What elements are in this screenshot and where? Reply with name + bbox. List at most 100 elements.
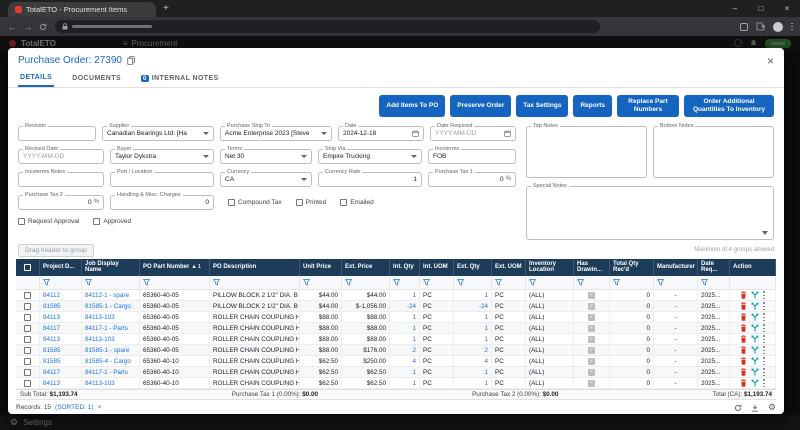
reports-button[interactable]: Reports: [573, 95, 612, 117]
close-button[interactable]: ×: [774, 4, 800, 13]
tab-documents[interactable]: DOCUMENTS: [70, 71, 123, 87]
split-line-icon[interactable]: [751, 335, 759, 343]
ext-qty-cell[interactable]: 1: [454, 312, 492, 322]
forward-icon[interactable]: →: [23, 22, 33, 32]
col-ext-price[interactable]: Ext. Price: [342, 259, 390, 277]
project-link[interactable]: 84113: [40, 312, 82, 322]
terms-select[interactable]: Terms Net 30: [220, 149, 312, 164]
project-link[interactable]: 81585: [40, 356, 82, 366]
col-total-qty-recd[interactable]: Total Qty Rec'd: [610, 259, 654, 277]
new-tab-button[interactable]: +: [163, 1, 169, 16]
row-checkbox[interactable]: [24, 380, 31, 387]
has-drawing-checkbox[interactable]: ✓: [588, 380, 595, 387]
split-line-icon[interactable]: [751, 324, 759, 332]
has-drawing-checkbox[interactable]: ✓: [588, 347, 595, 354]
int-qty-cell[interactable]: 1: [390, 290, 420, 300]
emailed-checkbox[interactable]: Emailed: [340, 199, 373, 206]
delete-icon[interactable]: [740, 291, 747, 299]
job-display-name-link[interactable]: 84117-1 - Parts: [82, 367, 140, 377]
supplier-select[interactable]: Supplier Canadian Bearings Ltd. [Ha: [102, 126, 214, 141]
grid-settings-gear-icon[interactable]: ⚙: [768, 403, 776, 412]
incoterms-notes-field[interactable]: Incoterms Notes: [18, 172, 104, 187]
minimize-button[interactable]: –: [722, 4, 748, 13]
column-filter[interactable]: [40, 276, 82, 289]
purchase-tax-1-field[interactable]: Purchase Tax 1 0 %: [428, 172, 516, 187]
col-ext-qty[interactable]: Ext. Qty: [454, 259, 492, 277]
top-notes-textarea[interactable]: Top Notes: [526, 126, 647, 178]
project-link[interactable]: 84117: [40, 367, 82, 377]
column-filter[interactable]: [492, 276, 526, 289]
port-location-field[interactable]: Port / Location: [110, 172, 214, 187]
job-display-name-link[interactable]: 84113-103: [82, 312, 140, 322]
row-menu-icon[interactable]: [763, 357, 765, 365]
split-line-icon[interactable]: [751, 291, 759, 299]
column-filter[interactable]: [82, 276, 140, 289]
row-checkbox[interactable]: [24, 325, 31, 332]
split-line-icon[interactable]: [751, 368, 759, 376]
column-filter[interactable]: [342, 276, 390, 289]
col-ext-uom[interactable]: Ext. UOM: [492, 259, 526, 277]
ext-qty-cell[interactable]: 1: [454, 334, 492, 344]
copy-icon[interactable]: [127, 56, 135, 65]
col-manufacturer[interactable]: Manufacturer: [654, 259, 698, 277]
has-drawing-checkbox[interactable]: ✓: [588, 314, 595, 321]
approved-checkbox[interactable]: Approved: [93, 218, 131, 225]
col-po-part-number[interactable]: PO Part Number ▲1: [140, 259, 210, 277]
date-field[interactable]: Date 2024-12-18: [338, 126, 424, 141]
table-row[interactable]: 84113 84113-103 65360-40-05 ROLLER CHAIN…: [16, 312, 776, 323]
date-required-field[interactable]: Date Required YYYY-MM-DD: [430, 126, 516, 141]
column-filter[interactable]: [610, 276, 654, 289]
row-checkbox[interactable]: [24, 369, 31, 376]
row-checkbox[interactable]: [24, 347, 31, 354]
tab-details[interactable]: DETAILS: [18, 71, 54, 87]
row-checkbox[interactable]: [24, 303, 31, 310]
table-row[interactable]: 84117 84117-1 - Parts 65360-40-05 ROLLER…: [16, 323, 776, 334]
add-items-to-po-button[interactable]: Add Items To PO: [379, 95, 445, 117]
job-display-name-link[interactable]: 84113-103: [82, 378, 140, 388]
int-qty-cell[interactable]: 2: [390, 345, 420, 355]
replace-part-numbers-button[interactable]: Replace Part Numbers: [617, 95, 679, 117]
col-unit-price[interactable]: Unit Price: [300, 259, 342, 277]
browser-tab[interactable]: TotalETO - Procurement Items: [8, 2, 156, 17]
order-additional-quantities-button[interactable]: Order Additional Quantities To Inventory: [684, 95, 774, 117]
column-filter[interactable]: [210, 276, 300, 289]
column-filter[interactable]: [140, 276, 210, 289]
row-menu-icon[interactable]: [763, 302, 765, 310]
has-drawing-checkbox[interactable]: ✓: [588, 325, 595, 332]
column-filter[interactable]: [454, 276, 492, 289]
job-display-name-link[interactable]: 81585-4 - Cargo: [82, 356, 140, 366]
url-bar[interactable]: [55, 20, 600, 33]
job-display-name-link[interactable]: 84117-1 - Parts: [82, 323, 140, 333]
has-drawing-checkbox[interactable]: ✓: [588, 369, 595, 376]
column-filter[interactable]: [420, 276, 454, 289]
modal-close-icon[interactable]: ×: [767, 56, 774, 66]
table-row[interactable]: 81585 81585-1 - spare 65360-40-05 ROLLER…: [16, 345, 776, 356]
table-row[interactable]: 84117 84117-1 - Parts 65360-40-10 ROLLER…: [16, 367, 776, 378]
ext-qty-cell[interactable]: -24: [454, 301, 492, 311]
row-checkbox[interactable]: [24, 336, 31, 343]
printed-checkbox[interactable]: Printed: [296, 199, 327, 206]
job-display-name-link[interactable]: 84113-103: [82, 334, 140, 344]
column-filter[interactable]: [390, 276, 420, 289]
calendar-icon[interactable]: [504, 130, 511, 137]
export-download-icon[interactable]: [751, 404, 759, 412]
row-menu-icon[interactable]: [763, 379, 765, 387]
column-filter[interactable]: [698, 276, 730, 289]
row-checkbox[interactable]: [24, 314, 31, 321]
col-project[interactable]: Project D...: [40, 259, 82, 277]
select-all-checkbox[interactable]: [16, 259, 40, 277]
split-line-icon[interactable]: [751, 313, 759, 321]
row-menu-icon[interactable]: [763, 291, 765, 299]
buyer-select[interactable]: Buyer Taylor Dykstra: [110, 149, 214, 164]
split-line-icon[interactable]: [751, 302, 759, 310]
col-date-required[interactable]: Date Req...: [698, 259, 730, 277]
int-qty-cell[interactable]: -24: [390, 301, 420, 311]
col-po-description[interactable]: PO Description: [210, 259, 300, 277]
ext-qty-cell[interactable]: 1: [454, 290, 492, 300]
preserve-order-button[interactable]: Preserve Order: [450, 95, 511, 117]
row-menu-icon[interactable]: [763, 368, 765, 376]
job-display-name-link[interactable]: 81585-1 - Cargo: [82, 301, 140, 311]
col-int-uom[interactable]: Int. UOM: [420, 259, 454, 277]
table-row[interactable]: 84112 84112-1 - spare 65360-40-05 PILLOW…: [16, 290, 776, 301]
clear-sort-icon[interactable]: ×: [98, 404, 102, 411]
